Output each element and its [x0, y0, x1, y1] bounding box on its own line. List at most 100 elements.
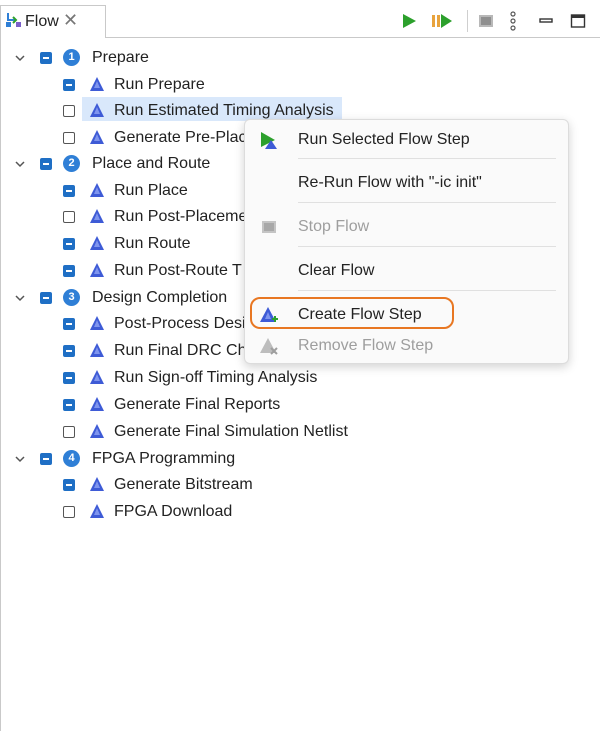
stage-label: FPGA Programming	[92, 450, 236, 467]
chevron-down-icon[interactable]	[14, 292, 26, 304]
stop-icon[interactable]	[476, 11, 496, 31]
tree-step[interactable]: Generate Bitstream	[0, 472, 300, 498]
tree-step[interactable]: Run Prepare	[0, 72, 240, 98]
tree-step[interactable]: Run Place	[0, 178, 240, 204]
tree-step[interactable]: Generate Final Reports	[0, 392, 360, 418]
step-label: Run Route	[114, 235, 191, 252]
tree-step[interactable]: Generate Pre-Plac	[0, 125, 244, 151]
step-label: FPGA Download	[114, 503, 233, 520]
tree-stage[interactable]: 1 Prepare	[0, 45, 240, 71]
flow-step-icon	[90, 183, 104, 197]
menu-item-stop-flow[interactable]: Stop Flow	[245, 212, 568, 242]
step-checkbox[interactable]	[63, 132, 75, 144]
step-label: Post-Process Desi	[114, 315, 244, 332]
view-tab-bar: Flow ✕	[0, 0, 600, 38]
tab-title: Flow	[25, 13, 59, 30]
menu-item-run-selected-flow-step[interactable]: Run Selected Flow Step	[245, 125, 568, 155]
step-label: Run Sign-off Timing Analysis	[114, 369, 318, 386]
tree-step[interactable]: Run Post-Placeme	[0, 204, 244, 230]
flow-step-icon	[90, 103, 104, 117]
step-checkbox[interactable]	[63, 105, 75, 117]
flow-step-icon	[90, 209, 104, 223]
tree-step[interactable]: Run Post-Route T	[0, 258, 244, 284]
stage-label: Design Completion	[92, 289, 228, 306]
tab-divider	[106, 37, 600, 38]
tree-step[interactable]: Run Route	[0, 231, 240, 257]
tree-step[interactable]: Generate Final Simulation Netlist	[0, 419, 380, 445]
step-checkbox[interactable]	[63, 345, 75, 357]
step-checkbox[interactable]	[63, 372, 75, 384]
chevron-down-icon[interactable]	[14, 453, 26, 465]
step-label: Generate Pre-Plac	[114, 129, 244, 146]
step-checkbox[interactable]	[63, 79, 75, 91]
step-checkbox[interactable]	[63, 506, 75, 518]
stage-number-badge: 3	[63, 289, 80, 306]
flow-step-icon	[90, 343, 104, 357]
step-label: Generate Final Simulation Netlist	[114, 423, 348, 440]
stage-label: Prepare	[92, 49, 149, 66]
tree-stage[interactable]: 2 Place and Route	[0, 151, 240, 177]
flow-step-icon	[90, 236, 104, 250]
menu-item-remove-flow-step[interactable]: Remove Flow Step	[245, 331, 568, 361]
step-checkbox[interactable]	[63, 318, 75, 330]
tree-stage[interactable]: 4 FPGA Programming	[0, 446, 300, 472]
run-selected-step-icon	[261, 132, 277, 149]
step-checkbox[interactable]	[63, 479, 75, 491]
minimize-icon[interactable]	[539, 11, 553, 31]
menu-item-label: Run Selected Flow Step	[298, 131, 470, 148]
flow-step-icon	[90, 370, 104, 384]
flow-navigator-icon	[6, 13, 21, 27]
run-selected-step-icon[interactable]	[430, 11, 454, 31]
close-icon[interactable]: ✕	[63, 11, 78, 29]
tree-step[interactable]: Post-Process Desi	[0, 311, 244, 337]
tree-step[interactable]: Run Final DRC Ch	[0, 338, 244, 364]
menu-item-label: Remove Flow Step	[298, 337, 434, 354]
step-label: Run Final DRC Ch	[114, 342, 244, 359]
stage-label: Place and Route	[92, 155, 211, 172]
stage-checkbox[interactable]	[40, 52, 52, 64]
remove-step-icon	[260, 338, 278, 355]
step-checkbox[interactable]	[63, 185, 75, 197]
menu-separator	[298, 158, 556, 159]
step-label: Generate Bitstream	[114, 476, 253, 493]
tree-stage[interactable]: 3 Design Completion	[0, 285, 244, 311]
menu-item-label: Re-Run Flow with "-ic init"	[298, 174, 482, 191]
chevron-down-icon[interactable]	[14, 52, 26, 64]
stage-number-badge: 4	[63, 450, 80, 467]
step-checkbox[interactable]	[63, 211, 75, 223]
flow-step-icon	[90, 477, 104, 491]
run-flow-icon[interactable]	[399, 11, 419, 31]
flow-step-icon	[90, 424, 104, 438]
tab-flow[interactable]: Flow ✕	[0, 5, 106, 38]
step-label: Run Place	[114, 182, 188, 199]
flow-step-icon	[90, 397, 104, 411]
step-checkbox[interactable]	[63, 265, 75, 277]
menu-separator	[298, 290, 556, 291]
step-checkbox[interactable]	[63, 238, 75, 250]
flow-step-icon	[90, 504, 104, 518]
tree-step[interactable]: FPGA Download	[0, 499, 300, 525]
stage-checkbox[interactable]	[40, 453, 52, 465]
stage-checkbox[interactable]	[40, 292, 52, 304]
chevron-down-icon[interactable]	[14, 158, 26, 170]
menu-item-clear-flow[interactable]: Clear Flow	[245, 256, 568, 286]
menu-item-rerun-flow[interactable]: Re-Run Flow with "-ic init"	[245, 168, 568, 198]
step-label: Run Post-Route T	[114, 262, 242, 279]
step-checkbox[interactable]	[63, 399, 75, 411]
view-menu-icon[interactable]	[507, 11, 519, 31]
tree-step[interactable]: Run Sign-off Timing Analysis	[0, 365, 360, 391]
stage-number-badge: 2	[63, 155, 80, 172]
stage-number-badge: 1	[63, 49, 80, 66]
step-label: Run Post-Placeme	[114, 208, 244, 225]
stop-icon	[262, 221, 276, 233]
menu-separator	[298, 202, 556, 203]
flow-step-icon	[90, 77, 104, 91]
step-checkbox[interactable]	[63, 426, 75, 438]
step-label: Run Prepare	[114, 76, 205, 93]
maximize-icon[interactable]	[570, 11, 586, 31]
stage-checkbox[interactable]	[40, 158, 52, 170]
highlight-ring	[250, 297, 454, 329]
menu-item-label: Clear Flow	[298, 262, 375, 279]
menu-item-label: Stop Flow	[298, 218, 370, 235]
flow-step-icon	[90, 130, 104, 144]
